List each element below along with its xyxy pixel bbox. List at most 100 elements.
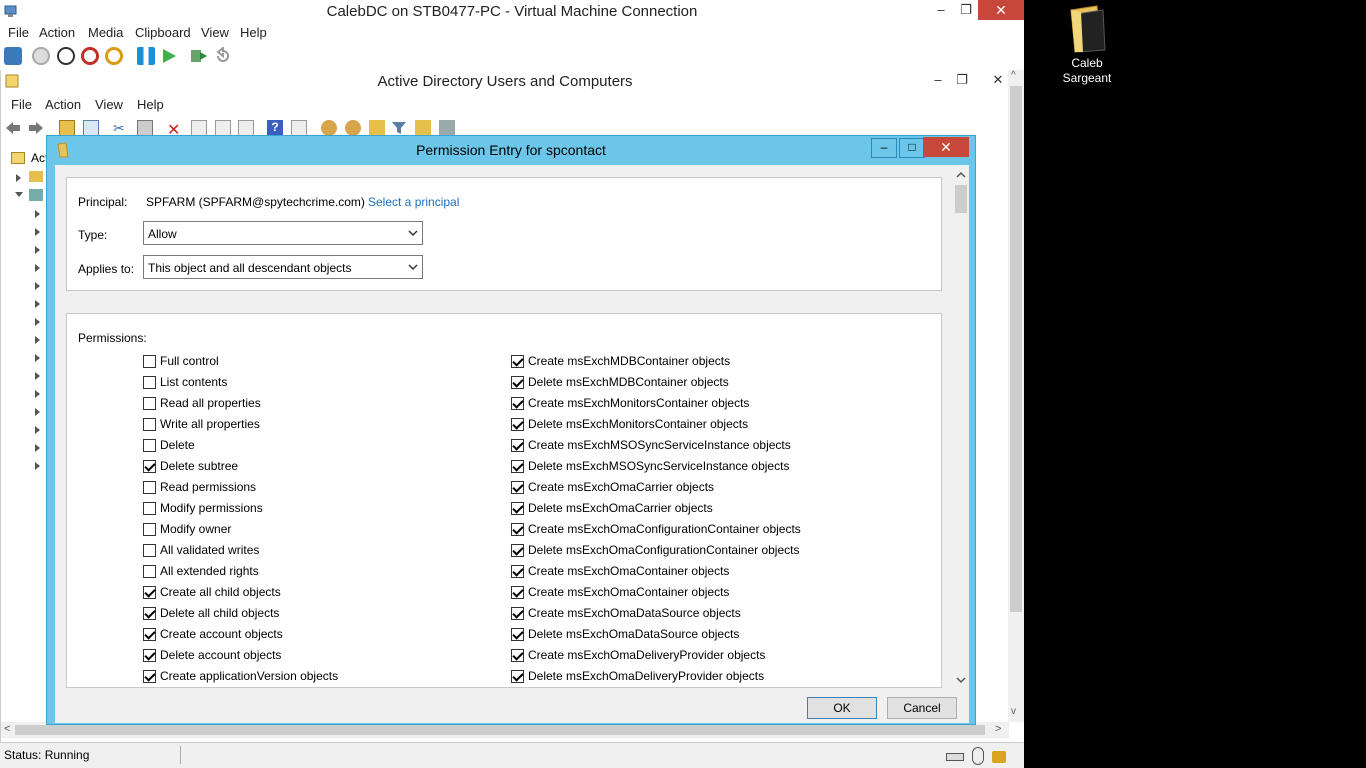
permission-checkbox[interactable]: [143, 502, 156, 515]
vm-vscroll-thumb[interactable]: [1010, 86, 1022, 612]
permission-checkbox[interactable]: [143, 418, 156, 431]
vm-menu-media[interactable]: Media: [88, 25, 123, 40]
permission-checkbox[interactable]: [511, 586, 524, 599]
permission-checkbox[interactable]: [143, 481, 156, 494]
aduc-restore-button[interactable]: ❐: [949, 70, 975, 92]
permission-checkbox[interactable]: [143, 649, 156, 662]
tree-expand-arrow[interactable]: [35, 318, 40, 326]
save-state-icon[interactable]: [105, 47, 123, 65]
aduc-menu-file[interactable]: File: [11, 97, 32, 112]
dialog-minimize-button[interactable]: –: [871, 138, 897, 158]
dialog-maximize-button[interactable]: □: [899, 138, 925, 158]
delete-icon[interactable]: ✕: [167, 120, 183, 139]
permission-checkbox[interactable]: [143, 670, 156, 683]
vm-menu-help[interactable]: Help: [240, 25, 267, 40]
copy-icon[interactable]: [137, 120, 153, 136]
permission-checkbox[interactable]: [143, 586, 156, 599]
properties-icon[interactable]: [191, 120, 207, 136]
shutdown-icon[interactable]: [81, 47, 99, 65]
cut-icon[interactable]: ✂: [113, 120, 129, 136]
tree-expand-arrow[interactable]: [35, 282, 40, 290]
tree-expand-arrow[interactable]: [35, 210, 40, 218]
permission-checkbox[interactable]: [511, 481, 524, 494]
vm-restore-button[interactable]: ❐: [953, 0, 979, 22]
scroll-down-arrow-icon[interactable]: v: [1011, 706, 1016, 717]
dialog-close-button[interactable]: ✕: [923, 137, 969, 157]
refresh-icon[interactable]: [215, 120, 231, 136]
aduc-menu-action[interactable]: Action: [45, 97, 81, 112]
aduc-minimize-button[interactable]: –: [925, 70, 951, 92]
permission-checkbox[interactable]: [143, 355, 156, 368]
aduc-menu-help[interactable]: Help: [137, 97, 164, 112]
permission-checkbox[interactable]: [511, 397, 524, 410]
permission-checkbox[interactable]: [511, 460, 524, 473]
resume-icon[interactable]: [160, 47, 178, 65]
tree-expand-arrow[interactable]: [35, 390, 40, 398]
scroll-up-arrow-icon[interactable]: [956, 171, 966, 179]
new-user-icon[interactable]: [321, 120, 337, 136]
permission-checkbox[interactable]: [511, 649, 524, 662]
forward-icon[interactable]: [28, 120, 44, 136]
start-icon[interactable]: [32, 47, 50, 65]
permission-checkbox[interactable]: [143, 565, 156, 578]
permission-checkbox[interactable]: [143, 439, 156, 452]
permission-checkbox[interactable]: [511, 628, 524, 641]
tree-collapse-arrow[interactable]: [15, 192, 23, 197]
tree-expand-arrow[interactable]: [16, 174, 21, 182]
permission-checkbox[interactable]: [511, 565, 524, 578]
tree-expand-arrow[interactable]: [35, 372, 40, 380]
tree-expand-arrow[interactable]: [35, 444, 40, 452]
tree-expand-arrow[interactable]: [35, 462, 40, 470]
vm-menu-file[interactable]: File: [8, 25, 29, 40]
vm-menu-clipboard[interactable]: Clipboard: [135, 25, 191, 40]
permission-checkbox[interactable]: [143, 607, 156, 620]
dialog-vertical-scrollbar[interactable]: [953, 167, 969, 688]
tree-expand-arrow[interactable]: [35, 336, 40, 344]
permission-checkbox[interactable]: [511, 607, 524, 620]
permission-checkbox[interactable]: [143, 460, 156, 473]
permission-checkbox[interactable]: [511, 355, 524, 368]
turn-off-icon[interactable]: [57, 47, 75, 65]
scroll-left-arrow-icon[interactable]: <: [4, 723, 10, 735]
vm-menu-view[interactable]: View: [201, 25, 229, 40]
vm-close-button[interactable]: ✕: [978, 0, 1024, 20]
permission-checkbox[interactable]: [143, 628, 156, 641]
revert-icon[interactable]: [214, 47, 232, 65]
tree-expand-arrow[interactable]: [35, 300, 40, 308]
scroll-right-arrow-icon[interactable]: >: [995, 723, 1001, 735]
new-ou-icon[interactable]: [369, 120, 385, 136]
ok-button[interactable]: OK: [807, 697, 877, 719]
vm-menu-action[interactable]: Action: [39, 25, 75, 40]
desktop-folder-caleb-sargeant[interactable]: Caleb Sargeant: [1052, 4, 1122, 86]
back-icon[interactable]: [5, 120, 21, 136]
tree-expand-arrow[interactable]: [35, 264, 40, 272]
permission-checkbox[interactable]: [143, 397, 156, 410]
dialog-vscroll-thumb[interactable]: [955, 185, 967, 213]
vm-vertical-scrollbar[interactable]: ^ v: [1008, 70, 1024, 722]
permission-checkbox[interactable]: [511, 418, 524, 431]
aduc-menu-view[interactable]: View: [95, 97, 123, 112]
cancel-button[interactable]: Cancel: [887, 697, 957, 719]
scroll-up-arrow-icon[interactable]: ^: [1011, 70, 1016, 81]
find-icon[interactable]: [415, 120, 431, 136]
permission-checkbox[interactable]: [511, 523, 524, 536]
tree-expand-arrow[interactable]: [35, 426, 40, 434]
select-principal-link[interactable]: Select a principal: [368, 195, 459, 209]
aduc-hscroll-thumb[interactable]: [15, 725, 985, 735]
filter-icon[interactable]: [391, 120, 407, 136]
tree-expand-arrow[interactable]: [35, 354, 40, 362]
vm-minimize-button[interactable]: –: [928, 0, 954, 22]
type-dropdown[interactable]: Allow: [143, 221, 423, 245]
permission-checkbox[interactable]: [511, 544, 524, 557]
reset-icon[interactable]: [190, 47, 208, 65]
show-console-tree-icon[interactable]: [83, 120, 99, 136]
applies-to-dropdown[interactable]: This object and all descendant objects: [143, 255, 423, 279]
help-icon[interactable]: ?: [267, 120, 283, 136]
export-list-icon[interactable]: [238, 120, 254, 136]
permission-checkbox[interactable]: [511, 502, 524, 515]
permission-checkbox[interactable]: [143, 523, 156, 536]
scroll-down-arrow-icon[interactable]: [956, 676, 966, 684]
ctrl-alt-del-icon[interactable]: [4, 47, 22, 65]
up-folder-icon[interactable]: [59, 120, 75, 136]
new-group-icon[interactable]: [345, 120, 361, 136]
